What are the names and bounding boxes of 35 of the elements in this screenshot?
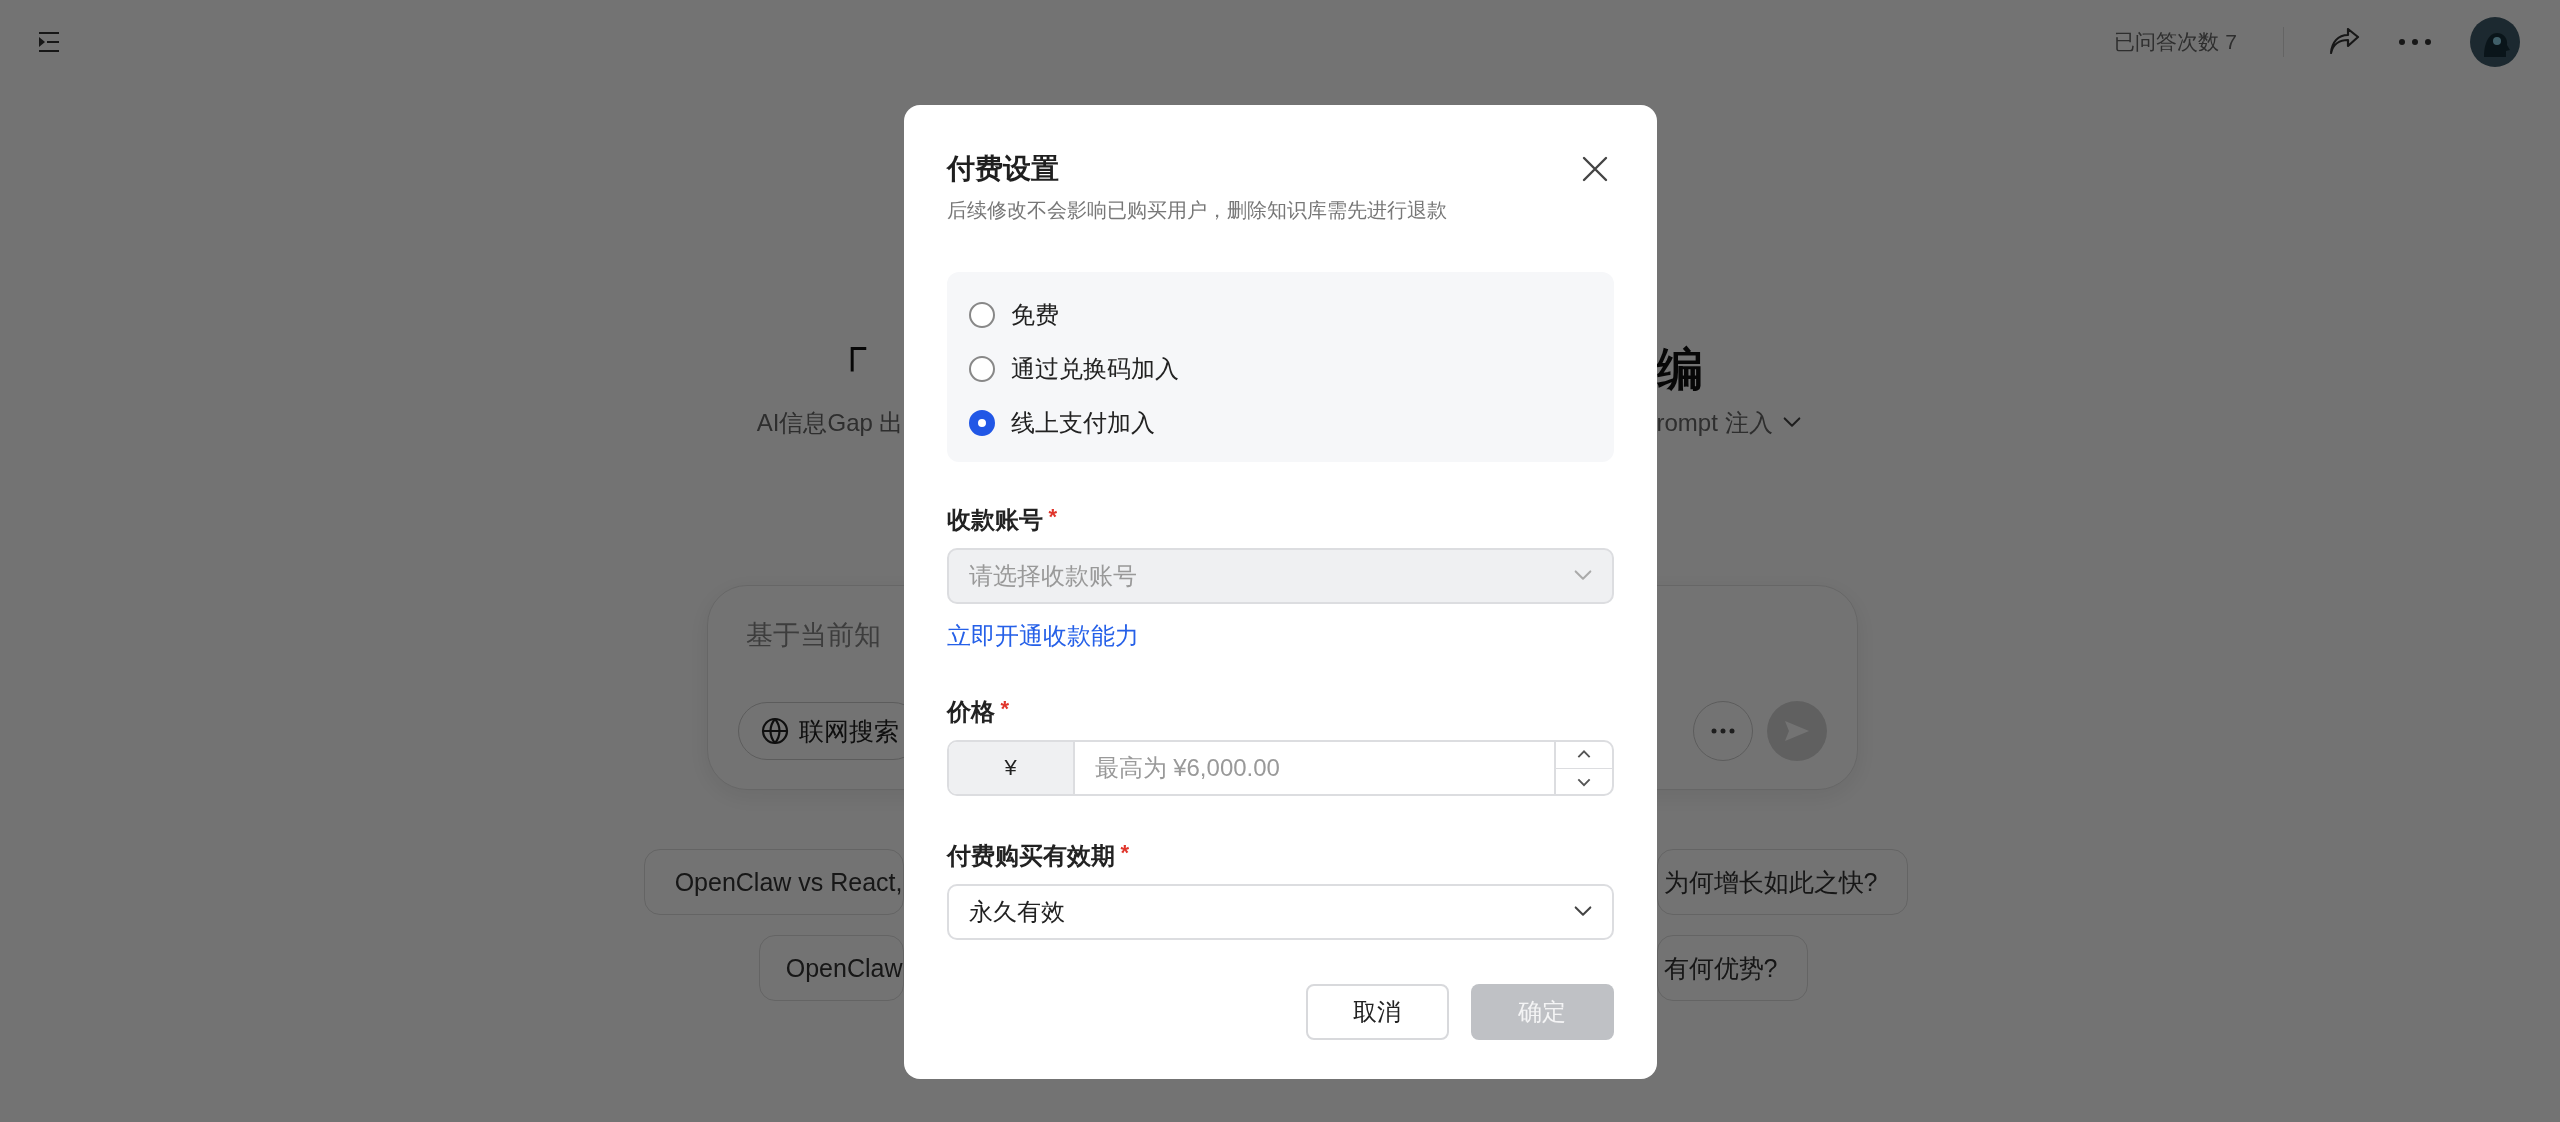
dialog-subtitle: 后续修改不会影响已购买用户，删除知识库需先进行退款	[946, 198, 1448, 223]
page-title: 编	[1656, 342, 1703, 397]
validity-select[interactable]: 永久有效	[946, 884, 1614, 940]
radio-button[interactable]	[968, 356, 995, 382]
cancel-button[interactable]: 取消	[1305, 984, 1449, 1040]
page-title: 「	[823, 342, 870, 397]
required-mark: *	[1048, 504, 1058, 530]
globe-icon	[761, 717, 789, 745]
option-label[interactable]: 线上支付加入	[1010, 407, 1155, 439]
suggestion-chip[interactable]: OpenClaw	[758, 935, 904, 1001]
option-label[interactable]: 通过兑换码加入	[1010, 353, 1179, 385]
suggestion-chip[interactable]: 有何优势?	[1656, 935, 1809, 1001]
suggestion-chip[interactable]: OpenClaw vs React,	[643, 849, 904, 915]
answer-count: 已问答次数 7	[2114, 29, 2237, 55]
option-label[interactable]: 免费	[1010, 299, 1059, 331]
close-icon[interactable]	[1581, 156, 1608, 182]
currency-prefix: ¥	[948, 742, 1075, 794]
more-icon[interactable]	[2398, 38, 2432, 46]
price-field[interactable]: ¥ 最高为 ¥6,000.00	[946, 740, 1614, 796]
radio-button[interactable]	[968, 302, 995, 328]
sidebar-toggle-icon[interactable]	[38, 32, 60, 52]
avatar-icon[interactable]	[2470, 17, 2520, 67]
field-label: 收款账号	[946, 505, 1043, 535]
activate-link[interactable]: 立即开通收款能力	[946, 620, 1139, 652]
required-mark: *	[1120, 840, 1130, 866]
page-subtitle: rompt 注入	[1656, 408, 1773, 438]
share-icon[interactable]	[2328, 28, 2360, 56]
more-icon	[1711, 728, 1735, 734]
field-label: 价格	[946, 697, 995, 727]
required-mark: *	[1000, 696, 1010, 722]
radio-button[interactable]	[968, 410, 995, 436]
suggestion-chip[interactable]: 为何增长如此之快?	[1656, 849, 1909, 915]
dialog-title: 付费设置	[946, 152, 1059, 186]
field-label: 付费购买有效期	[946, 841, 1115, 871]
page-subtitle: AI信息Gap 出	[756, 408, 904, 438]
